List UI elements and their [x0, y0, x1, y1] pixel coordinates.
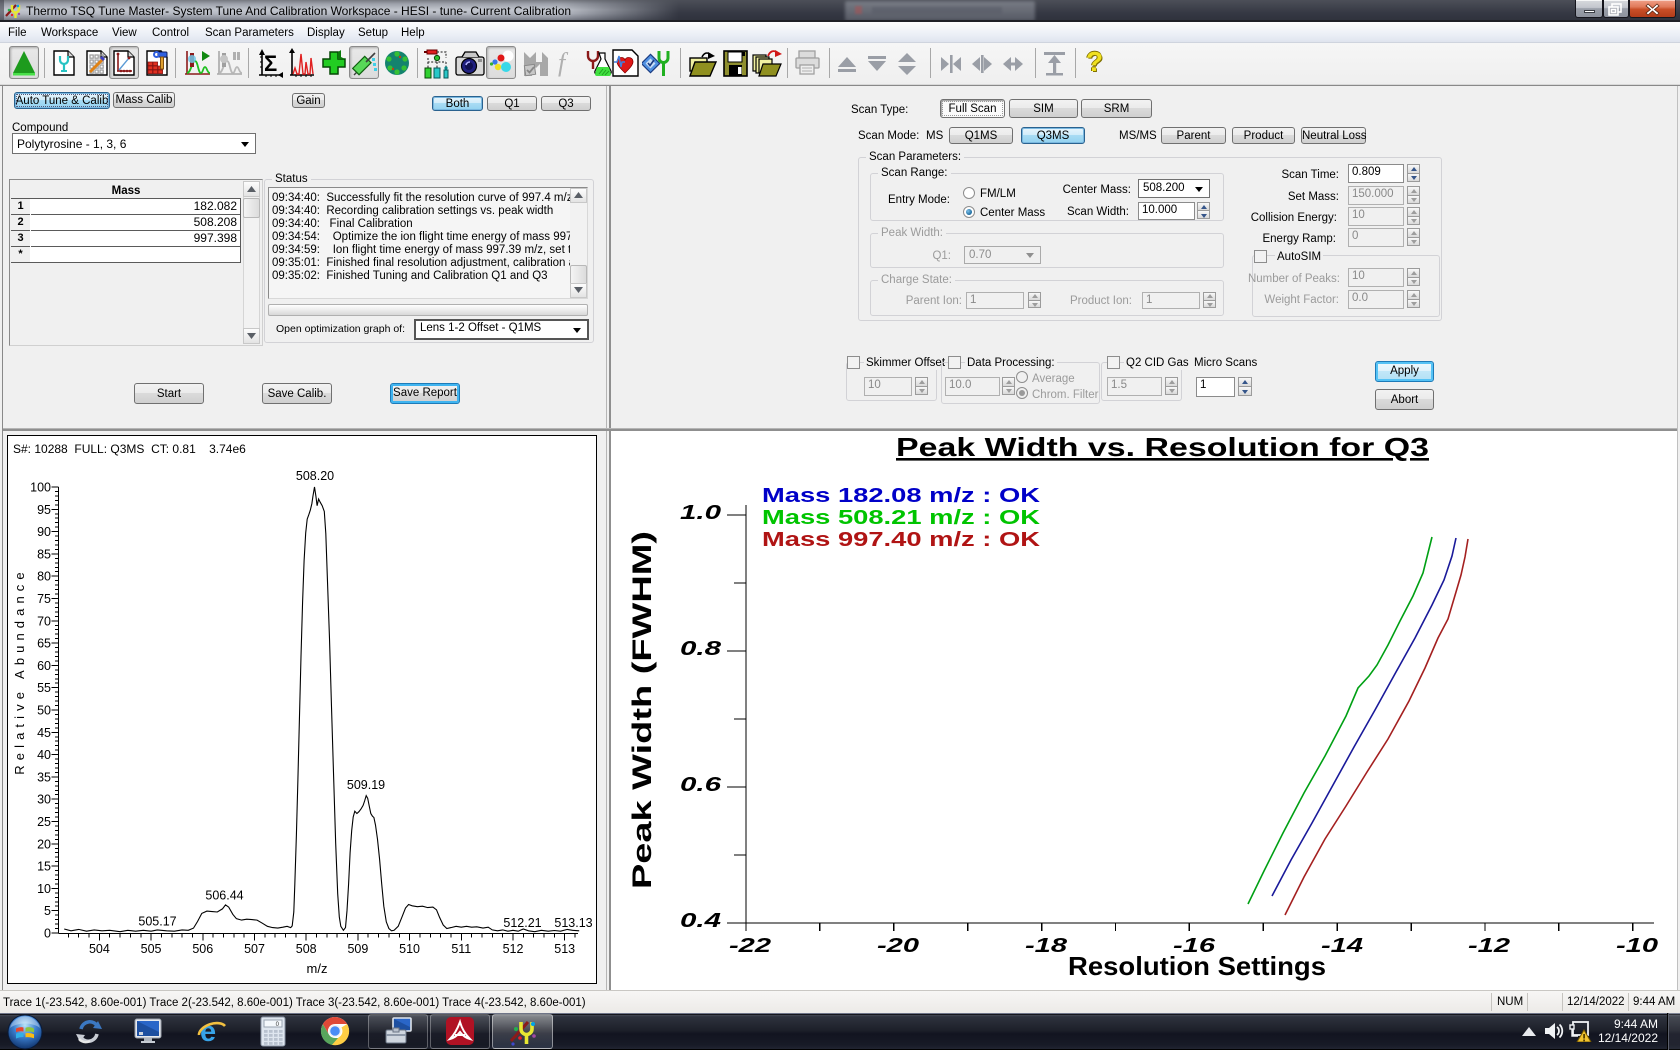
svg-text:-20: -20 [877, 935, 919, 957]
svg-text:512: 512 [503, 942, 524, 956]
svg-text:40: 40 [37, 748, 51, 762]
svg-text:Peak Width vs. Resolution for: Peak Width vs. Resolution for Q3 [896, 432, 1429, 462]
svg-text:506: 506 [192, 942, 213, 956]
svg-text:Relative Abundance: Relative Abundance [12, 567, 27, 774]
svg-text:511: 511 [451, 942, 471, 956]
svg-text:10: 10 [37, 882, 51, 896]
svg-text:507: 507 [244, 942, 265, 956]
svg-text:35: 35 [37, 770, 51, 784]
svg-text:50: 50 [37, 704, 51, 718]
svg-text:1.0: 1.0 [680, 502, 721, 524]
svg-text:85: 85 [37, 547, 51, 561]
svg-text:5: 5 [44, 904, 51, 918]
svg-text:504: 504 [89, 942, 110, 956]
svg-text:e: e [200, 1016, 216, 1047]
svg-text:0.8: 0.8 [680, 638, 722, 660]
svg-text:-12: -12 [1468, 935, 1510, 957]
svg-text:20: 20 [37, 837, 51, 851]
svg-text:Σ: Σ [264, 51, 277, 76]
svg-text:Peak Width (FWHM): Peak Width (FWHM) [627, 531, 657, 889]
svg-text:0.6: 0.6 [680, 774, 722, 796]
svg-text:512.21: 512.21 [503, 916, 541, 930]
svg-text:505.17: 505.17 [138, 915, 176, 929]
svg-text:55: 55 [37, 681, 51, 695]
svg-text:513.13: 513.13 [554, 916, 592, 930]
svg-text:75: 75 [37, 592, 51, 606]
svg-text:30: 30 [37, 793, 51, 807]
svg-text:65: 65 [37, 637, 51, 651]
svg-text:15: 15 [37, 860, 51, 874]
svg-text:60: 60 [37, 659, 51, 673]
svg-text:Mass 182.08 m/z : OK: Mass 182.08 m/z : OK [762, 485, 1041, 507]
svg-text:m/z: m/z [307, 961, 328, 976]
svg-text:0: 0 [44, 927, 51, 941]
svg-text:506.44: 506.44 [205, 889, 243, 903]
svg-text:-14: -14 [1321, 935, 1363, 957]
svg-text:S#: 10288 FULL: Q3MS CT: 0.8: S#: 10288 FULL: Q3MS CT: 0.81 3.74e6 [13, 442, 246, 456]
svg-text:509: 509 [347, 942, 368, 956]
svg-text:Mass 997.40 m/z : OK: Mass 997.40 m/z : OK [762, 529, 1041, 551]
svg-text:-22: -22 [729, 935, 771, 957]
svg-text:45: 45 [37, 726, 51, 740]
svg-text:-10: -10 [1616, 935, 1658, 957]
svg-text:25: 25 [37, 815, 51, 829]
svg-text:508.20: 508.20 [296, 469, 334, 483]
svg-text:70: 70 [37, 614, 51, 628]
svg-text:509.19: 509.19 [347, 778, 385, 792]
svg-text:510: 510 [399, 942, 420, 956]
svg-text:0.4: 0.4 [680, 910, 721, 932]
svg-text:100: 100 [30, 481, 51, 495]
svg-text:Resolution Settings: Resolution Settings [1068, 951, 1326, 981]
svg-text:Mass 508.21 m/z : OK: Mass 508.21 m/z : OK [762, 507, 1041, 529]
svg-text:80: 80 [37, 570, 51, 584]
svg-text:505: 505 [141, 942, 162, 956]
svg-text:508: 508 [296, 942, 317, 956]
svg-text:90: 90 [37, 525, 51, 539]
svg-text:513: 513 [554, 942, 575, 956]
svg-text:-18: -18 [1025, 935, 1068, 957]
svg-text:95: 95 [37, 503, 51, 517]
